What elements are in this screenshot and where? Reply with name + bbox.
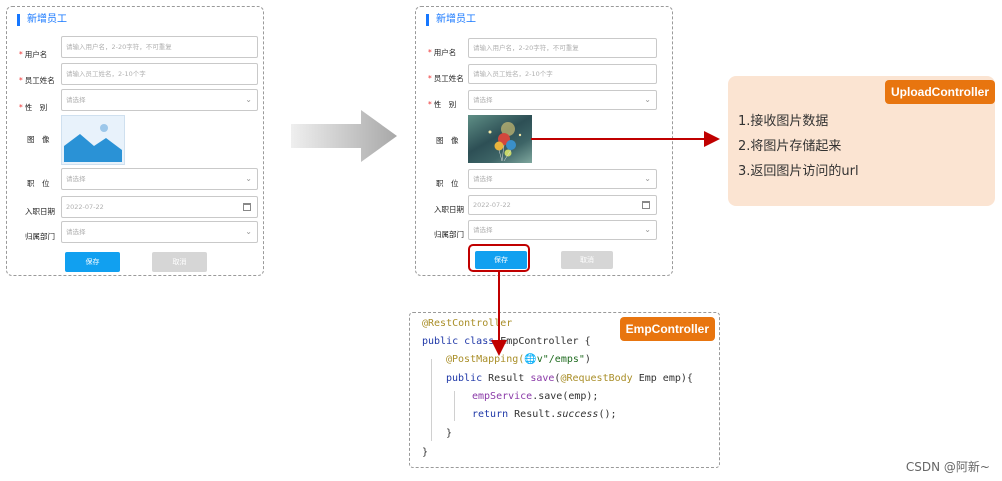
watermark: CSDN @阿新~: [905, 460, 990, 474]
save-button-highlight: [468, 244, 530, 272]
flow-arrows: [468, 131, 720, 356]
